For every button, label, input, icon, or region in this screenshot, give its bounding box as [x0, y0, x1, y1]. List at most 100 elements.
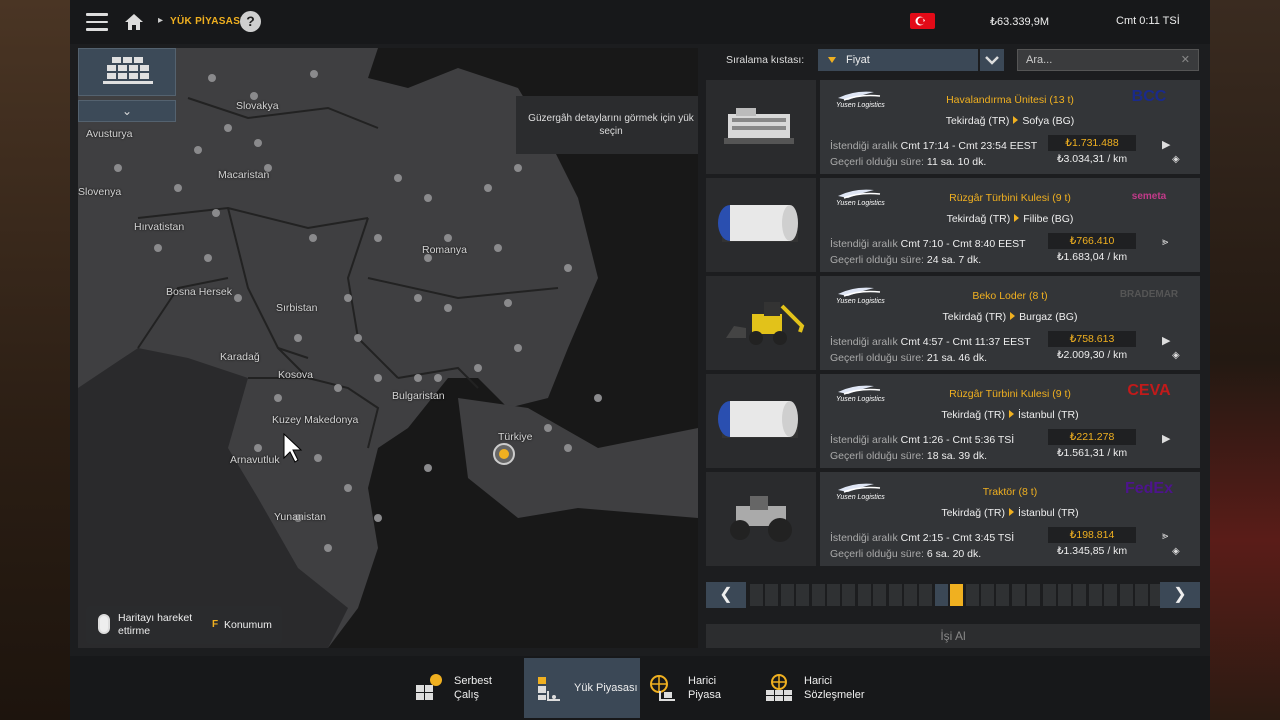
route-from: Tekirdağ (TR) — [942, 311, 1007, 323]
price-per-km: ₺3.034,31 / km — [1056, 153, 1128, 165]
tab-free-work[interactable]: Serbest Çalış — [414, 658, 522, 718]
page-cell[interactable] — [811, 584, 825, 606]
job-detail-icon[interactable]: ▶ — [1162, 432, 1170, 445]
price-per-km: ₺1.683,04 / km — [1056, 251, 1128, 263]
cargo-name: Rüzgâr Türbini Kulesi (9 t) — [949, 388, 1071, 400]
page-cell[interactable] — [1027, 584, 1041, 606]
price-box: ₺758.613 ₺2.009,30 / km — [1048, 331, 1136, 363]
page-cell[interactable] — [981, 584, 994, 606]
page-cell[interactable] — [904, 584, 917, 606]
tab-external-contracts[interactable]: Harici Sözleşmeler — [764, 658, 894, 718]
page-cell[interactable] — [1104, 584, 1118, 606]
tab-external-market[interactable]: Harici Piyasa — [648, 658, 758, 718]
chevron-down-icon[interactable] — [980, 49, 1004, 71]
job-row[interactable]: Yusen Logistics Rüzgâr Türbini Kulesi (9 … — [706, 178, 1200, 272]
search-input[interactable]: Ara... ✕ — [1017, 49, 1199, 71]
sort-value: Fiyat — [846, 54, 870, 66]
job-row[interactable]: Yusen Logistics Beko Loder (8 t) Tekirdağ … — [706, 276, 1200, 370]
page-cell[interactable] — [765, 584, 779, 606]
page-cell[interactable] — [827, 584, 840, 606]
page-cell[interactable] — [842, 584, 856, 606]
job-detail-icon[interactable]: ⪢ — [1162, 530, 1168, 543]
job-info: Yusen Logistics Rüzgâr Türbini Kulesi (9 … — [820, 374, 1200, 468]
page-cell[interactable] — [1058, 584, 1071, 606]
sort-select[interactable]: Fiyat — [818, 49, 978, 71]
tab-job-market[interactable]: Yük Piyasası — [524, 658, 640, 718]
sort-label: Sıralama kıstası: — [726, 54, 805, 66]
job-detail-icon[interactable]: ▶ — [1162, 138, 1170, 151]
hint-position-label[interactable]: Konumum — [224, 619, 272, 631]
chevron-left-icon[interactable]: ❮ — [706, 582, 746, 608]
globe-contracts-icon — [766, 674, 792, 701]
page-cell[interactable] — [873, 584, 887, 606]
page-cell[interactable] — [1088, 584, 1102, 606]
accept-job-button[interactable]: İşi Al — [706, 624, 1200, 648]
valid-label: Geçerli olduğu süre: — [830, 254, 924, 266]
page-cell[interactable] — [796, 584, 810, 606]
home-icon[interactable] — [124, 12, 144, 32]
sort-direction-icon — [828, 57, 836, 63]
map-label-arnavutluk: Arnavutluk — [230, 454, 280, 466]
topbar: ▸ YÜK PİYASASI ? ₺63.339,9M Cmt 0:11 TSİ — [70, 0, 1210, 44]
job-detail-icon[interactable]: ▶ — [1162, 334, 1170, 347]
company-logo: semeta — [1131, 191, 1167, 202]
route-arrow-icon — [1008, 410, 1014, 418]
route: Tekirdağ (TR) Sofya (BG) — [880, 115, 1140, 127]
valid-label: Geçerli olduğu süre: — [830, 156, 924, 168]
valid-value: 11 sa. 10 dk. — [926, 156, 987, 168]
job-row[interactable]: Yusen Logistics Rüzgâr Türbini Kulesi (9 … — [706, 374, 1200, 468]
route-arrow-icon — [1013, 116, 1019, 124]
route-to: Burgaz (BG) — [1019, 311, 1078, 323]
interval-value: Cmt 7:10 - Cmt 8:40 EEST — [900, 238, 1026, 250]
page-cell[interactable] — [934, 584, 948, 606]
map-controls-hint: Haritayı hareket ettirme F Konumum — [86, 606, 282, 644]
map-layer-button[interactable] — [78, 48, 176, 96]
chevron-down-icon[interactable]: ⌄ — [78, 100, 176, 122]
route-to: Sofya (BG) — [1022, 115, 1075, 127]
page-cell[interactable] — [950, 584, 964, 606]
map-label-romanya: Romanya — [422, 244, 467, 256]
page-cell[interactable] — [750, 584, 763, 606]
map-label-avusturya: Avusturya — [86, 128, 133, 140]
tab-free-work-label: Serbest Çalış — [454, 675, 492, 701]
map-view[interactable]: Slovakya Avusturya Macaristan Slovenya H… — [78, 48, 698, 648]
price-per-km: ₺1.561,31 / km — [1056, 447, 1128, 459]
hint-move-label: Haritayı hareket ettirme — [118, 612, 193, 637]
menu-icon[interactable] — [86, 13, 108, 31]
valid-value: 21 sa. 46 dk. — [926, 352, 988, 364]
page-cell[interactable] — [888, 584, 902, 606]
sender-name: Yusen Logistics — [836, 102, 885, 109]
page-cell[interactable] — [996, 584, 1010, 606]
free-work-icon — [416, 674, 442, 700]
interval-label: İstendiği aralık — [830, 238, 898, 250]
page-cell[interactable] — [1135, 584, 1148, 606]
interval-value: Cmt 2:15 - Cmt 3:45 TSİ — [900, 532, 1015, 544]
page-cell[interactable] — [919, 584, 933, 606]
badge-icon: ◈ — [1172, 154, 1180, 165]
page-cell[interactable] — [1073, 584, 1087, 606]
clear-icon[interactable]: ✕ — [1181, 53, 1190, 66]
route: Tekirdağ (TR) İstanbul (TR) — [880, 409, 1140, 421]
game-time: Cmt 0:11 TSİ — [1116, 15, 1180, 27]
page-cell[interactable] — [1042, 584, 1056, 606]
job-market-icon — [538, 677, 560, 701]
page-cell[interactable] — [965, 584, 979, 606]
page-cell[interactable] — [1119, 584, 1133, 606]
page-cell[interactable] — [1011, 584, 1025, 606]
job-detail-icon[interactable]: ⪢ — [1162, 236, 1168, 249]
cargo-name: Traktör (8 t) — [982, 486, 1038, 498]
route-tooltip: Güzergâh detaylarını görmek için yük seç… — [516, 96, 698, 154]
job-row[interactable]: Yusen Logistics Traktör (8 t) Tekirdağ (TR… — [706, 472, 1200, 566]
breadcrumb[interactable]: YÜK PİYASASI — [170, 16, 243, 27]
valid-label: Geçerli olduğu süre: — [830, 352, 924, 364]
page-cell[interactable] — [857, 584, 871, 606]
job-row[interactable]: Yusen Logistics Havalandırma Ünitesi (13 … — [706, 80, 1200, 174]
cargo-image — [706, 276, 816, 370]
map-label-slovenya: Slovenya — [78, 186, 122, 198]
help-icon[interactable]: ? — [240, 11, 261, 32]
route: Tekirdağ (TR) Burgaz (BG) — [880, 311, 1140, 323]
page-cell[interactable] — [780, 584, 794, 606]
valid-value: 18 sa. 39 dk. — [926, 450, 988, 462]
chevron-right-icon[interactable]: ❯ — [1160, 582, 1200, 608]
route-from: Tekirdağ (TR) — [945, 115, 1010, 127]
